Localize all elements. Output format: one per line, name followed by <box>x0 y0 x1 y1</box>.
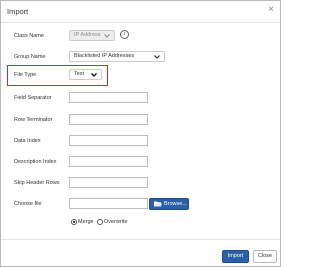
group-name-select[interactable]: Blacklisted IP Addresses <box>69 51 165 62</box>
file-type-value: Text <box>74 71 85 77</box>
merge-label: Merge <box>78 219 94 225</box>
class-name-value: IP Address <box>74 32 101 38</box>
choose-file-input[interactable] <box>69 198 148 209</box>
import-dialog: Import × Class Name IP Address i Group N… <box>0 0 281 267</box>
browse-button[interactable]: Browse... <box>149 198 189 210</box>
chevron-down-icon <box>104 34 110 38</box>
info-icon[interactable]: i <box>120 30 129 39</box>
data-index-input[interactable] <box>69 135 148 146</box>
chevron-down-icon <box>154 55 160 59</box>
class-name-label: Class Name <box>14 33 44 39</box>
overwrite-label: Overwrite <box>104 219 128 225</box>
chevron-down-icon <box>91 73 97 77</box>
file-type-label: File Type <box>14 72 37 78</box>
import-button[interactable]: Import <box>222 250 249 263</box>
row-terminator-input[interactable] <box>69 114 148 125</box>
group-name-value: Blacklisted IP Addresses <box>74 53 135 59</box>
field-separator-label: Field Separator <box>14 95 52 101</box>
description-index-input[interactable] <box>69 156 148 167</box>
close-button[interactable]: Close <box>253 250 277 263</box>
skip-header-rows-input[interactable] <box>69 177 148 188</box>
group-name-label: Group Name <box>14 54 46 60</box>
field-separator-input[interactable] <box>69 92 148 103</box>
footer-divider <box>1 239 280 240</box>
overwrite-radio[interactable] <box>97 219 103 225</box>
data-index-label: Data Index <box>14 138 41 144</box>
dialog-title: Import <box>7 7 29 16</box>
class-name-select[interactable]: IP Address <box>69 30 115 41</box>
merge-radio[interactable] <box>71 219 77 225</box>
dialog-header: Import × <box>1 1 280 23</box>
folder-open-icon <box>154 201 162 207</box>
choose-file-label: Choose file <box>14 201 42 207</box>
description-index-label: Description Index <box>14 159 57 165</box>
browse-label: Browse... <box>164 201 187 207</box>
close-icon[interactable]: × <box>268 5 274 15</box>
file-type-select[interactable]: Text <box>69 69 102 80</box>
skip-header-rows-label: Skip Header Rows <box>14 180 60 186</box>
row-terminator-label: Row Terminator <box>14 117 53 123</box>
